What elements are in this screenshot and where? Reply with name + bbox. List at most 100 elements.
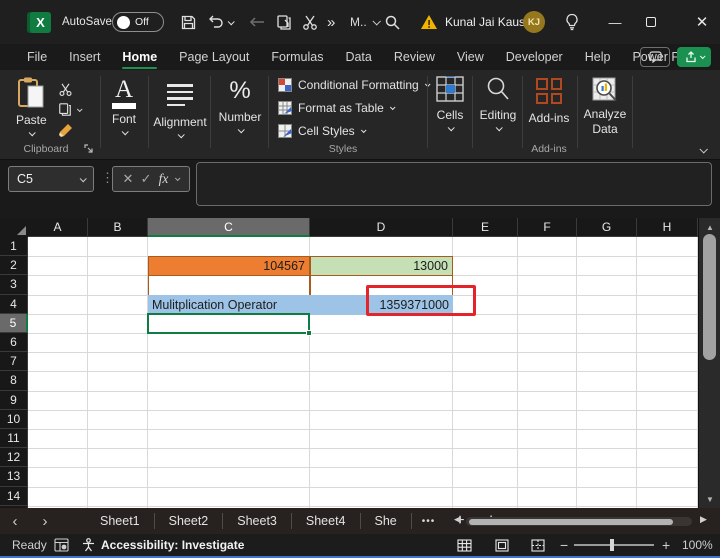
column-header-E[interactable]: E [453,218,518,237]
menu-tab-review[interactable]: Review [383,44,446,70]
column-header-C[interactable]: C [148,218,310,237]
menu-tab-formulas[interactable]: Formulas [260,44,334,70]
fx-dropdown-icon[interactable] [175,175,181,182]
search-icon[interactable] [384,0,401,44]
cell-C3[interactable] [148,275,310,296]
cell-C4[interactable]: Mulitplication Operator [148,294,310,315]
hscroll-right-icon[interactable]: ▶ [700,514,707,525]
conditional-formatting-button[interactable]: Conditional Formatting [278,78,431,92]
menu-tab-view[interactable]: View [446,44,495,70]
column-header-H[interactable]: H [637,218,698,237]
maximize-button[interactable] [646,0,656,44]
scroll-up-icon[interactable]: ▲ [699,220,720,234]
selected-cell-C5[interactable] [147,312,312,336]
mode-dropdown[interactable]: M.. [350,0,381,44]
copy-icon[interactable] [276,0,292,44]
warning-icon[interactable] [420,0,438,44]
row-header-2[interactable]: 2 [0,256,28,276]
row-header-9[interactable]: 9 [0,390,28,410]
paste-button[interactable]: Paste [16,76,47,137]
scroll-down-icon[interactable]: ▼ [699,492,720,506]
row-header-8[interactable]: 8 [0,371,28,391]
menu-tab-help[interactable]: Help [574,44,622,70]
horizontal-scrollbar-thumb[interactable] [469,518,673,525]
sheet-tab-sheet1[interactable]: Sheet1 [86,513,155,529]
row-header-11[interactable]: 11 [0,429,28,449]
zoom-out-button[interactable]: − [560,534,568,556]
alignment-group-button[interactable]: Alignment [152,78,208,139]
formula-input[interactable] [196,162,712,206]
row-header-3[interactable]: 3 [0,275,28,295]
analyze-data-button[interactable]: Analyze Data [580,76,630,137]
excel-logo-icon[interactable]: X [30,0,51,44]
menu-tab-developer[interactable]: Developer [495,44,574,70]
addins-button[interactable]: Add-ins [526,78,572,125]
zoom-level[interactable]: 100% [682,534,713,556]
zoom-slider[interactable] [574,534,654,556]
comments-button[interactable] [640,47,670,67]
format-as-table-button[interactable]: Format as Table [278,101,396,115]
cut-icon[interactable] [302,0,318,44]
horizontal-scrollbar[interactable] [466,517,692,526]
name-box-dropdown-icon[interactable] [79,174,87,182]
row-header-4[interactable]: 4 [0,294,28,314]
zoom-in-button[interactable]: + [662,534,670,556]
hscroll-left-icon[interactable]: ◀ [454,514,461,525]
menu-tab-home[interactable]: Home [111,44,168,70]
avatar[interactable]: KJ [523,0,545,44]
column-header-F[interactable]: F [518,218,577,237]
vertical-scrollbar[interactable]: ▲ ▼ [698,218,720,508]
font-group-button[interactable]: A Font [106,77,142,136]
vertical-scrollbar-thumb[interactable] [703,234,716,360]
sheet-tab-sheet3[interactable]: Sheet3 [223,513,292,529]
menu-tab-page-layout[interactable]: Page Layout [168,44,260,70]
normal-view-button[interactable] [457,534,472,556]
tips-lightbulb-icon[interactable] [564,0,580,44]
format-painter-button[interactable] [58,122,74,138]
quick-access-overflow[interactable]: » [327,0,335,44]
undo-dropdown-icon[interactable] [227,0,235,44]
close-button[interactable]: ✕ [687,0,717,44]
row-header-7[interactable]: 7 [0,352,28,372]
column-header-A[interactable]: A [28,218,88,237]
sheet-tab-sheet4[interactable]: Sheet4 [292,513,361,529]
cells-group-button[interactable]: Cells [429,76,471,132]
sheet-tab-overflow[interactable]: ••• [412,516,446,527]
menu-tab-file[interactable]: File [16,44,58,70]
fill-handle[interactable] [306,329,312,336]
spreadsheet-grid[interactable]: ABCDEFGH12345678910111213141510456713000… [0,218,698,508]
sheet-nav-next-icon[interactable]: › [30,513,60,530]
row-header-5[interactable]: 5 [0,313,28,333]
undo-icon[interactable] [207,0,225,44]
row-header-10[interactable]: 10 [0,409,28,429]
macro-record-icon[interactable] [54,534,69,556]
editing-group-button[interactable]: Editing [474,76,522,132]
insert-function-icon[interactable]: fx [159,171,169,187]
cell-C2[interactable]: 104567 [148,256,310,277]
menu-tab-data[interactable]: Data [334,44,382,70]
zoom-slider-handle[interactable] [610,539,614,552]
cell-styles-button[interactable]: Cell Styles [278,124,367,138]
row-header-1[interactable]: 1 [0,237,28,257]
column-header-G[interactable]: G [577,218,637,237]
sheet-tab-sheet2[interactable]: Sheet2 [155,513,224,529]
row-header-14[interactable]: 14 [0,486,28,506]
accessibility-status[interactable]: Accessibility: Investigate [82,534,244,556]
cut-button[interactable] [58,82,73,97]
minimize-button[interactable]: — [600,0,630,44]
save-icon[interactable] [180,0,197,44]
number-group-button[interactable]: % Number [214,78,266,134]
row-header-6[interactable]: 6 [0,333,28,353]
confirm-entry-icon[interactable]: ✓ [141,171,152,187]
autosave-toggle[interactable]: Off [112,0,164,44]
column-header-D[interactable]: D [310,218,453,237]
cell-D2[interactable]: 13000 [310,256,453,277]
row-header-13[interactable]: 13 [0,467,28,487]
column-header-B[interactable]: B [88,218,148,237]
sheet-nav-prev-icon[interactable]: ‹ [0,513,30,530]
sheet-tab-she[interactable]: She [361,513,412,529]
row-header-12[interactable]: 12 [0,448,28,468]
clipboard-dialog-launcher-icon[interactable] [84,144,94,154]
page-layout-view-button[interactable] [495,534,509,556]
select-all-corner[interactable] [0,218,28,237]
